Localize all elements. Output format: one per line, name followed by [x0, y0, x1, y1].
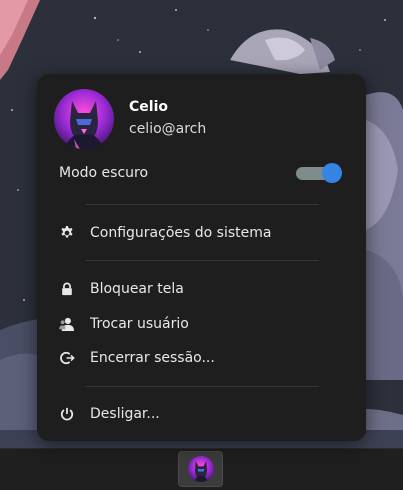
user-menu: Celio celio@arch Modo escuro Configuraçõ… [37, 74, 366, 441]
lock-screen-label: Bloquear tela [90, 281, 184, 297]
user-handle: celio@arch [129, 121, 207, 137]
dark-mode-label: Modo escuro [59, 165, 149, 181]
divider [85, 260, 319, 261]
divider [85, 386, 319, 387]
logout-icon [59, 350, 75, 366]
avatar [54, 89, 114, 149]
toggle-knob [322, 163, 342, 183]
shutdown-label: Desligar... [90, 406, 160, 422]
system-settings-label: Configurações do sistema [90, 225, 272, 241]
taskbar-user-menu-button[interactable] [178, 451, 223, 487]
taskbar [0, 448, 403, 490]
switch-user-item[interactable]: Trocar usuário [37, 309, 366, 339]
switch-user-label: Trocar usuário [90, 316, 189, 332]
user-switch-icon [59, 316, 75, 332]
divider [85, 204, 319, 205]
lock-screen-item[interactable]: Bloquear tela [37, 274, 366, 304]
user-name: Celio [129, 99, 168, 115]
shutdown-item[interactable]: Desligar... [37, 399, 366, 429]
power-icon [59, 406, 75, 422]
lock-icon [59, 281, 75, 297]
taskbar-avatar [187, 456, 214, 482]
logout-label: Encerrar sessão... [90, 350, 215, 366]
system-settings-item[interactable]: Configurações do sistema [37, 218, 366, 248]
dark-mode-toggle[interactable] [296, 163, 342, 183]
logout-item[interactable]: Encerrar sessão... [37, 343, 366, 373]
gear-icon [59, 225, 75, 241]
